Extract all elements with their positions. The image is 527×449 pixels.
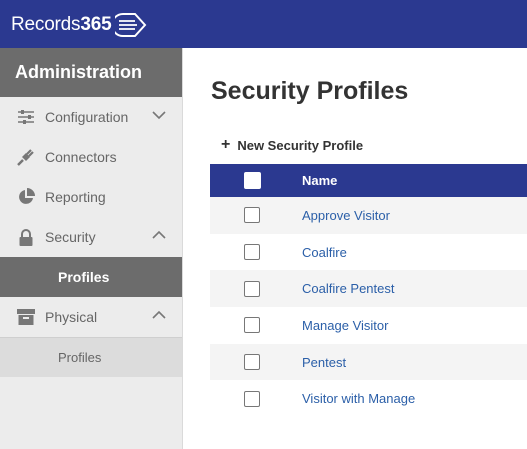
row-checkbox[interactable]: [244, 354, 260, 371]
column-header-name[interactable]: Name: [302, 173, 337, 188]
profile-name-link[interactable]: Coalfire Pentest: [302, 281, 395, 296]
profiles-table: Name Approve Visitor Coalfire Coalfire P…: [210, 164, 527, 417]
new-button-label: New Security Profile: [237, 137, 364, 153]
chevron-up-icon[interactable]: [152, 310, 166, 320]
table-body: Approve Visitor Coalfire Coalfire Pentes…: [210, 197, 527, 417]
chevron-down-icon[interactable]: [152, 110, 166, 120]
sidebar-item-security-profiles[interactable]: Profiles: [0, 257, 182, 297]
sidebar-item-label: Configuration: [45, 109, 129, 125]
row-checkbox[interactable]: [244, 280, 260, 297]
table-row[interactable]: Coalfire: [210, 234, 527, 271]
sidebar-item-physical[interactable]: Physical: [0, 297, 182, 337]
sidebar: Administration Configuration Connectors: [0, 48, 183, 449]
pie-chart-icon: [16, 187, 36, 207]
profile-name-link[interactable]: Pentest: [302, 355, 346, 370]
archive-box-icon: [16, 307, 36, 327]
sidebar-item-label: Profiles: [58, 350, 102, 365]
sidebar-heading: Administration: [0, 48, 182, 97]
plug-icon: [16, 147, 36, 167]
sidebar-item-physical-profiles[interactable]: Profiles: [0, 337, 182, 377]
profile-name-link[interactable]: Visitor with Manage: [302, 391, 415, 406]
row-checkbox[interactable]: [244, 244, 260, 261]
table-row[interactable]: Coalfire Pentest: [210, 270, 527, 308]
table-row[interactable]: Visitor with Manage: [210, 380, 527, 417]
profile-name-link[interactable]: Manage Visitor: [302, 318, 388, 333]
sidebar-item-connectors[interactable]: Connectors: [0, 137, 182, 177]
plus-icon: +: [221, 136, 231, 153]
records365-logo[interactable]: Records365: [11, 10, 151, 40]
sidebar-item-configuration[interactable]: Configuration: [0, 97, 182, 137]
sidebar-item-label: Security: [45, 229, 96, 245]
top-bar: Records365: [0, 0, 527, 48]
new-security-profile-button[interactable]: + New Security Profile: [221, 136, 363, 154]
sidebar-item-reporting[interactable]: Reporting: [0, 177, 182, 217]
table-row[interactable]: Approve Visitor: [210, 197, 527, 234]
select-all-checkbox[interactable]: [244, 172, 261, 189]
profile-name-link[interactable]: Approve Visitor: [302, 208, 390, 223]
row-checkbox[interactable]: [244, 317, 260, 334]
row-checkbox[interactable]: [244, 390, 260, 407]
sidebar-item-label: Connectors: [45, 149, 117, 165]
main-content: Security Profiles + New Security Profile…: [184, 48, 527, 449]
lock-icon: [16, 227, 36, 247]
table-header: Name: [210, 164, 527, 197]
sidebar-item-label: Reporting: [45, 189, 106, 205]
logo-mark-icon: [115, 13, 147, 37]
sidebar-item-label: Physical: [45, 309, 98, 325]
profile-name-link[interactable]: Coalfire: [302, 245, 347, 260]
page-title: Security Profiles: [211, 77, 409, 105]
row-checkbox[interactable]: [244, 207, 260, 224]
sidebar-item-security[interactable]: Security: [0, 217, 182, 257]
table-row[interactable]: Pentest: [210, 343, 527, 381]
logo-text: Records365: [11, 14, 112, 35]
table-row[interactable]: Manage Visitor: [210, 307, 527, 344]
chevron-up-icon[interactable]: [152, 230, 166, 240]
sliders-icon: [16, 107, 36, 127]
sidebar-item-label: Profiles: [58, 269, 110, 285]
